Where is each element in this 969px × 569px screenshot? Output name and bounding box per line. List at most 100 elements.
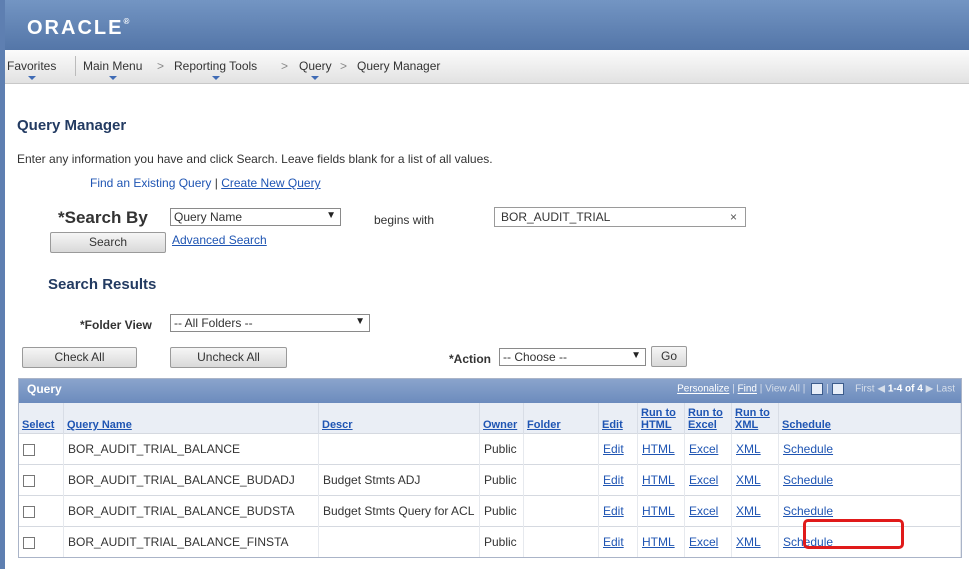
folder-cell (523, 433, 599, 465)
oracle-logo: ORACLE® (27, 17, 130, 39)
operator-label: begins with (374, 213, 435, 227)
descr-cell: Budget Stmts ADJ (318, 464, 480, 496)
query-name-cell: BOR_AUDIT_TRIAL_BALANCE_BUDSTA (63, 495, 319, 527)
schedule-link[interactable]: Schedule (778, 464, 961, 496)
descr-cell: Budget Stmts Query for ACL (318, 495, 480, 527)
chevron-down-icon: ▼ (326, 210, 336, 221)
run-excel-link[interactable]: Excel (684, 526, 732, 557)
run-html-link[interactable]: HTML (637, 495, 685, 527)
descr-cell (318, 433, 480, 465)
prev-arrow-icon[interactable]: ◀ (877, 384, 885, 395)
folder-cell (523, 495, 599, 527)
owner-cell: Public (479, 433, 524, 465)
col-edit[interactable]: Edit (598, 403, 638, 434)
run-xml-link[interactable]: XML (731, 526, 779, 557)
query-name-cell: BOR_AUDIT_TRIAL_BALANCE_BUDADJ (63, 464, 319, 496)
grid-title: Query (27, 382, 62, 396)
col-run-xml[interactable]: Run to XML (731, 403, 779, 434)
schedule-link[interactable]: Schedule (778, 433, 961, 465)
run-xml-link[interactable]: XML (731, 433, 779, 465)
edit-link[interactable]: Edit (598, 464, 638, 496)
nav-query[interactable]: Query (299, 59, 332, 80)
run-html-link[interactable]: HTML (637, 526, 685, 557)
schedule-highlight-box (803, 519, 904, 549)
breadcrumb-separator: > (281, 59, 289, 73)
col-run-html[interactable]: Run to HTML (637, 403, 685, 434)
download-icon[interactable] (831, 383, 844, 395)
select-cell (19, 433, 64, 465)
row-range: 1-4 of 4 (887, 383, 923, 395)
descr-cell (318, 526, 480, 557)
nav-divider (75, 56, 76, 76)
run-xml-link[interactable]: XML (731, 495, 779, 527)
edit-link[interactable]: Edit (598, 526, 638, 557)
col-query-name[interactable]: Query Name (63, 403, 319, 434)
personalize-link[interactable]: Personalize (677, 384, 729, 395)
uncheck-all-button[interactable]: Uncheck All (170, 347, 287, 368)
go-button[interactable]: Go (651, 346, 687, 367)
advanced-search-link[interactable]: Advanced Search (172, 233, 267, 247)
breadcrumb-separator: > (157, 59, 165, 73)
search-button[interactable]: Search (50, 232, 166, 253)
col-select[interactable]: Select (19, 403, 64, 434)
folder-view-value: -- All Folders -- (174, 316, 253, 330)
table-header-row: Select Query Name Descr Owner Folder Edi… (19, 403, 961, 434)
run-excel-link[interactable]: Excel (684, 464, 732, 496)
chevron-down-icon: ▼ (631, 350, 641, 361)
first-link[interactable]: First (855, 384, 874, 395)
row-checkbox[interactable] (23, 474, 35, 487)
col-descr[interactable]: Descr (318, 403, 480, 434)
folder-view-label: *Folder View (80, 318, 152, 332)
check-all-button[interactable]: Check All (22, 347, 137, 368)
owner-cell: Public (479, 526, 524, 557)
query-name-cell: BOR_AUDIT_TRIAL_BALANCE (63, 433, 319, 465)
folder-view-select[interactable]: -- All Folders -- ▼ (170, 314, 370, 332)
query-links-row: Find an Existing Query | Create New Quer… (90, 176, 321, 190)
next-arrow-icon[interactable]: ▶ (926, 384, 934, 395)
search-by-value: Query Name (174, 210, 243, 224)
col-schedule[interactable]: Schedule (778, 403, 961, 434)
owner-cell: Public (479, 495, 524, 527)
query-name-cell: BOR_AUDIT_TRIAL_BALANCE_FINSTA (63, 526, 319, 557)
nav-favorites[interactable]: Favorites (7, 59, 56, 80)
folder-cell (523, 526, 599, 557)
last-link[interactable]: Last (936, 384, 955, 395)
search-by-select[interactable]: Query Name ▼ (170, 208, 341, 226)
instructions-text: Enter any information you have and click… (17, 152, 493, 166)
clear-icon[interactable]: × (730, 210, 737, 224)
action-value: -- Choose -- (503, 350, 568, 364)
action-label: *Action (449, 352, 491, 366)
col-folder[interactable]: Folder (523, 403, 599, 434)
run-excel-link[interactable]: Excel (684, 495, 732, 527)
folder-cell (523, 464, 599, 496)
nav-query-manager[interactable]: Query Manager (357, 59, 440, 73)
select-cell (19, 464, 64, 496)
query-name-input[interactable]: BOR_AUDIT_TRIAL × (494, 207, 746, 227)
chevron-down-icon: ▼ (355, 316, 365, 327)
select-cell (19, 526, 64, 557)
col-run-excel[interactable]: Run to Excel (684, 403, 732, 434)
owner-cell: Public (479, 464, 524, 496)
row-checkbox[interactable] (23, 505, 35, 518)
nav-main-menu[interactable]: Main Menu (83, 59, 142, 80)
table-row: BOR_AUDIT_TRIAL_BALANCE_BUDADJ Budget St… (19, 464, 961, 496)
edit-link[interactable]: Edit (598, 433, 638, 465)
run-html-link[interactable]: HTML (637, 464, 685, 496)
run-html-link[interactable]: HTML (637, 433, 685, 465)
edit-link[interactable]: Edit (598, 495, 638, 527)
nav-reporting-tools[interactable]: Reporting Tools (174, 59, 257, 80)
action-select[interactable]: -- Choose -- ▼ (499, 348, 646, 366)
zoom-icon[interactable] (811, 383, 824, 395)
left-accent-bar (0, 0, 5, 569)
row-checkbox[interactable] (23, 443, 35, 456)
search-by-label: *Search By (58, 208, 148, 227)
col-owner[interactable]: Owner (479, 403, 524, 434)
find-link[interactable]: Find (738, 384, 757, 395)
grid-header-bar: Query Personalize | Find | View All | | … (19, 379, 961, 403)
run-xml-link[interactable]: XML (731, 464, 779, 496)
create-new-query-link[interactable]: Create New Query (221, 176, 320, 190)
find-existing-query-link[interactable]: Find an Existing Query (90, 176, 211, 190)
run-excel-link[interactable]: Excel (684, 433, 732, 465)
row-checkbox[interactable] (23, 536, 35, 549)
view-all-link[interactable]: View All (765, 384, 800, 395)
